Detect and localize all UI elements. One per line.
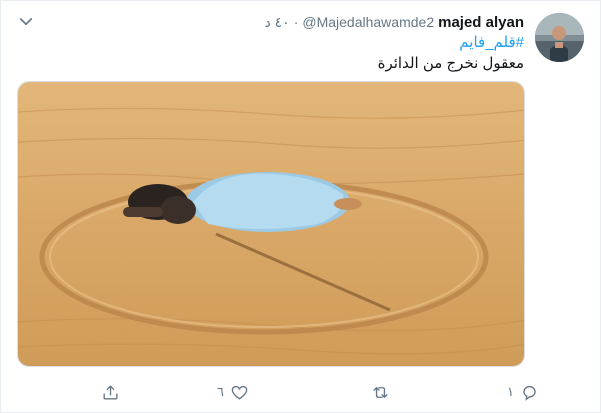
display-name[interactable]: majed alyan [438, 14, 524, 31]
like-count: ٦ [217, 384, 224, 399]
reply-count: ١ [507, 384, 514, 399]
retweet-button[interactable] [371, 379, 396, 405]
user-handle[interactable]: @Majedalhawamde2 [302, 14, 434, 30]
tweet-header: majed alyan @Majedalhawamde2 · ٤٠ د [265, 12, 524, 32]
avatar[interactable] [535, 13, 584, 62]
reply-button[interactable]: ١ [507, 379, 539, 405]
share-button[interactable] [101, 379, 126, 405]
share-icon [103, 384, 118, 400]
heart-icon [231, 385, 248, 400]
timestamp[interactable]: ٤٠ د [265, 14, 290, 31]
like-button[interactable]: ٦ [217, 379, 249, 405]
separator-dot: · [293, 14, 299, 30]
chevron-down-icon[interactable] [17, 13, 35, 31]
tweet-media-photo[interactable] [17, 81, 525, 367]
desert-photo [18, 82, 524, 366]
tweet-text: معقول نخرج من الدائرة [377, 55, 524, 72]
tweet-card[interactable]: majed alyan @Majedalhawamde2 · ٤٠ د #قلم… [0, 0, 601, 413]
reply-icon [523, 385, 536, 401]
hashtag-link[interactable]: #قلم_فايم [459, 33, 524, 51]
retweet-icon [373, 386, 388, 398]
tweet-actions: ١ ٦ [1, 379, 601, 405]
